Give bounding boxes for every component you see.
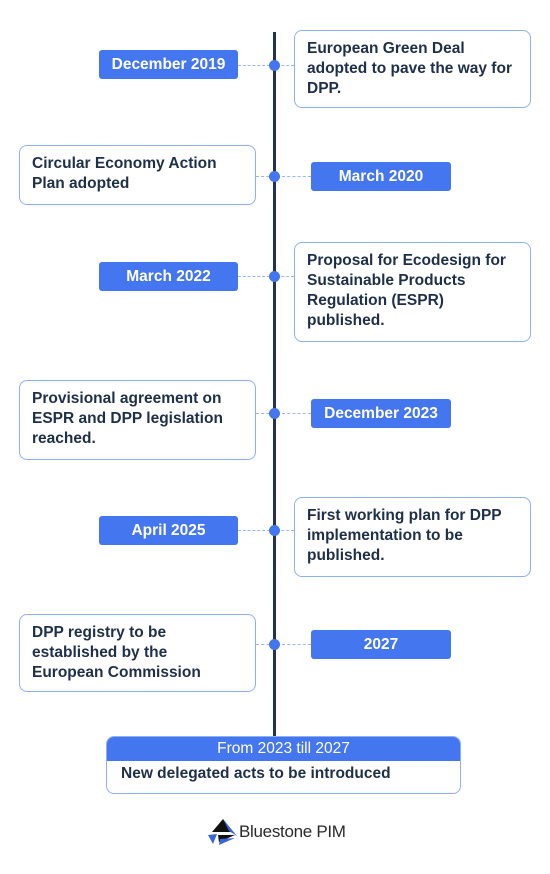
- connector: [256, 413, 311, 414]
- timeline-dot: [269, 171, 280, 182]
- date-badge: December 2019: [99, 50, 238, 79]
- connector: [238, 65, 294, 66]
- brand-logo: Bluestone PIM: [207, 818, 346, 846]
- event-card: First working plan for DPP implementatio…: [294, 497, 531, 577]
- event-card: European Green Deal adopted to pave the …: [294, 30, 531, 108]
- connector: [256, 644, 311, 645]
- connector: [238, 276, 294, 277]
- brand-name: Bluestone PIM: [239, 822, 346, 841]
- timeline-dot: [269, 639, 280, 650]
- final-milestone-header: From 2023 till 2027: [107, 737, 460, 761]
- event-card: Proposal for Ecodesign for Sustainable P…: [294, 242, 531, 342]
- timeline-axis: [273, 32, 276, 736]
- connector: [256, 176, 311, 177]
- date-badge: December 2023: [311, 399, 451, 428]
- bluestone-logo-icon: [208, 819, 237, 845]
- event-card: DPP registry to be established by the Eu…: [19, 614, 256, 692]
- date-badge: March 2020: [311, 162, 451, 191]
- timeline-dot: [269, 60, 280, 71]
- timeline-dot: [269, 525, 280, 536]
- event-card: Provisional agreement on ESPR and DPP le…: [19, 380, 256, 460]
- date-badge: March 2022: [99, 262, 238, 291]
- connector: [238, 530, 294, 531]
- timeline-dot: [269, 271, 280, 282]
- timeline-dot: [269, 408, 280, 419]
- final-milestone-text: New delegated acts to be introduced: [121, 765, 391, 782]
- date-badge: 2027: [311, 630, 451, 659]
- final-milestone-card: From 2023 till 2027 New delegated acts t…: [106, 736, 461, 794]
- event-card: Circular Economy Action Plan adopted: [19, 145, 256, 205]
- date-badge: April 2025: [99, 516, 238, 545]
